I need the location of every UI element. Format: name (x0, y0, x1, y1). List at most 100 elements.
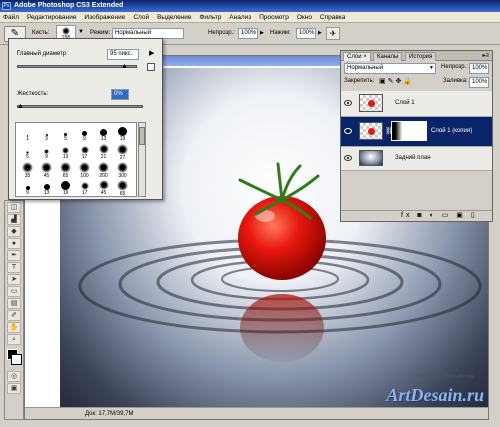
panel-menu-icon[interactable]: ▸≡ (482, 52, 489, 59)
brush-preset[interactable]: 3 (38, 126, 55, 142)
airbrush-icon[interactable]: ✈ (326, 27, 340, 40)
brush-preset[interactable]: 65 (114, 180, 131, 196)
menu-filter[interactable]: Фильтр (196, 12, 224, 23)
brush-preset[interactable]: 100 (76, 162, 93, 179)
layer-row-layer1[interactable]: Слой 1 (341, 91, 492, 117)
menu-analysis[interactable]: Анализ (226, 12, 254, 23)
signature: Светлана Лукьянова (411, 372, 474, 380)
brush-size-label: 5 (26, 154, 29, 160)
brush-size-label: 5 (64, 136, 67, 142)
opacity-input[interactable]: 100% (238, 28, 258, 39)
layer-row-background[interactable]: Задний план (341, 147, 492, 171)
brush-dropdown-arrow[interactable]: ▼ (78, 29, 84, 35)
path-select-tool-icon[interactable]: ➤ (7, 274, 21, 285)
flow-slider-arrow[interactable]: ▶ (318, 30, 322, 36)
opacity-slider-arrow[interactable]: ▶ (260, 30, 264, 36)
panel-opacity-input[interactable]: 100% (469, 63, 489, 74)
flow-input[interactable]: 100% (296, 28, 316, 39)
brush-tip-icon (117, 180, 128, 191)
visibility-eye-icon[interactable] (344, 128, 352, 134)
brush-preset[interactable]: 21 (95, 144, 112, 160)
brush-preset[interactable]: 9 (38, 144, 55, 160)
close-icon[interactable]: × (363, 54, 367, 60)
tab-history[interactable]: История (405, 52, 437, 61)
preset-scrollbar[interactable] (138, 122, 146, 197)
layer-name: Слой 1 (копия) (431, 128, 473, 134)
screen-mode-icon[interactable]: ▣ (7, 383, 21, 394)
brush-preset[interactable]: 19 (57, 180, 74, 196)
quick-mask-icon[interactable]: ◎ (7, 371, 21, 382)
popup-menu-icon[interactable]: ▶ (149, 49, 154, 57)
brush-tip-icon (98, 162, 109, 173)
type-tool-icon[interactable]: T (7, 262, 21, 273)
diameter-slider-thumb[interactable]: ▲ (121, 63, 128, 70)
layers-panel: Слои × Каналы История ▸≡ Нормальный ▼ Не… (340, 50, 493, 222)
zoom-tool-icon[interactable]: ⌕ (7, 334, 21, 345)
pen-tool-icon[interactable]: ✒ (7, 250, 21, 261)
new-preset-icon[interactable] (147, 63, 155, 71)
menu-view[interactable]: Просмотр (256, 12, 292, 23)
tab-channels[interactable]: Каналы (373, 52, 403, 61)
brush-preset[interactable]: 13 (38, 180, 55, 196)
blur-tool-icon[interactable]: ◆ (7, 226, 21, 237)
hand-tool-icon[interactable]: ✋ (7, 322, 21, 333)
eyedropper-tool-icon[interactable]: ✐ (7, 310, 21, 321)
flow-label: Нажим: (270, 30, 291, 36)
background-color-swatch[interactable] (11, 354, 22, 365)
brush-preset[interactable]: 9 (76, 126, 93, 142)
brush-preset[interactable]: 1 (19, 126, 36, 142)
brush-size-label: 35 (24, 173, 31, 179)
brush-preset[interactable]: 300 (114, 162, 131, 179)
brush-tip-icon (62, 147, 69, 154)
menu-image[interactable]: Изображение (81, 12, 128, 23)
brush-tip-icon (100, 129, 107, 136)
hardness-slider-thumb[interactable]: ▲ (17, 103, 24, 110)
dodge-tool-icon[interactable]: ● (7, 238, 21, 249)
blend-mode-select[interactable]: Нормальный ▼ (344, 63, 436, 74)
brush-preset[interactable]: 17 (76, 144, 93, 160)
scrollbar-thumb[interactable] (139, 127, 145, 145)
notes-tool-icon[interactable]: ▤ (7, 298, 21, 309)
brush-preset[interactable]: 45 (38, 162, 55, 179)
brush-preset[interactable]: 17 (76, 180, 93, 196)
brush-preset[interactable]: 5 (57, 126, 74, 142)
tomato-thumb-icon (367, 128, 375, 135)
brush-preset[interactable]: 35 (19, 162, 36, 179)
layer-actions-icons[interactable]: fx ◙ ◐ ▭ ▣ ▯ (401, 212, 478, 219)
hardness-input[interactable]: 0% (111, 89, 129, 100)
brush-preset[interactable]: 9 (19, 180, 36, 196)
visibility-eye-icon[interactable] (344, 100, 352, 106)
menu-edit[interactable]: Редактирование (24, 12, 80, 23)
layer-row-layer1-copy[interactable]: ⛓ Слой 1 (копия) (341, 117, 492, 147)
menu-window[interactable]: Окно (294, 12, 315, 23)
brush-preset[interactable]: 65 (57, 162, 74, 179)
menu-help[interactable]: Справка (317, 12, 349, 23)
hardness-label: Жесткость: (17, 91, 49, 97)
brush-preset[interactable]: 45 (95, 180, 112, 196)
brush-size-label: 45 (100, 190, 107, 196)
menu-layer[interactable]: Слой (130, 12, 152, 23)
brush-preset[interactable]: 5 (19, 144, 36, 160)
brush-preset[interactable]: 200 (95, 162, 112, 179)
hardness-slider[interactable] (17, 105, 143, 108)
brush-tip-icon (60, 162, 71, 173)
brush-preset[interactable]: 13 (57, 144, 74, 160)
eraser-tool-icon[interactable]: ◫ (7, 202, 21, 213)
tab-layers[interactable]: Слои × (343, 52, 371, 61)
diameter-slider[interactable] (17, 65, 137, 68)
menu-select[interactable]: Выделение (154, 12, 194, 23)
fill-input[interactable]: 100% (469, 77, 489, 88)
brush-preset[interactable]: 19 (114, 126, 131, 142)
diameter-label: Главный диаметр (17, 51, 67, 57)
brush-preset[interactable]: 13 (95, 126, 112, 142)
visibility-eye-icon[interactable] (344, 155, 352, 161)
bucket-tool-icon[interactable]: ▟ (7, 214, 21, 225)
lock-icons[interactable]: ▣✎✥🔒 (379, 76, 414, 87)
brush-size-label: 27 (119, 155, 126, 161)
diameter-input[interactable]: 95 пикс. (107, 49, 139, 60)
brush-preset[interactable]: 27 (114, 144, 131, 161)
brush-size-label: 13 (43, 190, 50, 196)
menu-file[interactable]: Файл (0, 12, 22, 23)
tomato (238, 196, 326, 280)
shape-tool-icon[interactable]: ▭ (7, 286, 21, 297)
